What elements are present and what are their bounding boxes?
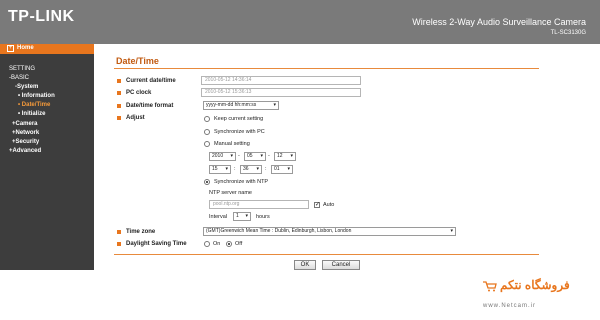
datetime-format-value: yyyy-mm-dd hh:mm:ss xyxy=(206,102,257,108)
manual-day-value: 12 xyxy=(277,153,283,159)
title-divider xyxy=(114,68,539,69)
bullet-icon xyxy=(117,104,121,108)
header-bar: TP-LINK Wireless 2-Way Audio Surveillanc… xyxy=(0,0,600,44)
manual-second-value: 01 xyxy=(274,166,280,172)
cancel-button[interactable]: Cancel xyxy=(322,260,360,270)
datetime-format-label: Date/time format xyxy=(126,103,174,109)
datetime-format-select[interactable]: yyyy-mm-dd hh:mm:ss ▾ xyxy=(203,101,279,110)
chevron-down-icon: ▾ xyxy=(273,102,276,108)
bullet-icon xyxy=(117,79,121,83)
chevron-down-icon: ▾ xyxy=(225,166,228,172)
ntp-server-label: NTP server name xyxy=(209,190,252,196)
radio-manual[interactable] xyxy=(204,141,210,147)
home-label: Home xyxy=(17,45,34,51)
manual-second-select[interactable]: 01 ▾ xyxy=(271,165,293,174)
radio-sync-ntp-label: Synchronize with NTP xyxy=(214,179,269,185)
chevron-down-icon: ▾ xyxy=(230,153,233,159)
sidebar: + Home SETTING -BASIC -System • Informat… xyxy=(0,44,94,270)
radio-sync-ntp[interactable] xyxy=(204,179,210,185)
manual-day-select[interactable]: 12 ▾ xyxy=(274,152,296,161)
daylight-on-label: On xyxy=(213,241,221,247)
radio-keep-current[interactable] xyxy=(204,116,210,122)
time-zone-value: (GMT)Greenwich Mean Time : Dublin, Edinb… xyxy=(206,228,352,234)
cart-icon xyxy=(483,281,497,292)
manual-minute-value: 36 xyxy=(243,166,249,172)
radio-sync-pc-label: Synchronize with PC xyxy=(214,129,265,135)
chevron-down-icon: ▾ xyxy=(245,213,248,219)
daylight-on-radio[interactable] xyxy=(204,241,210,247)
chevron-down-icon: ▾ xyxy=(287,166,290,172)
radio-keep-current-label: Keep current setting xyxy=(214,116,264,122)
sidebar-item-datetime[interactable]: • Date/Time xyxy=(18,102,50,108)
current-datetime-field: 2010-05-12 14:36:14 xyxy=(201,76,361,85)
auto-label: Auto xyxy=(323,202,335,208)
time-separator: : xyxy=(265,166,267,172)
chevron-down-icon: ▾ xyxy=(450,228,453,234)
product-name: Wireless 2-Way Audio Surveillance Camera xyxy=(412,17,586,27)
time-zone-select[interactable]: (GMT)Greenwich Mean Time : Dublin, Edinb… xyxy=(203,227,456,236)
ok-button[interactable]: OK xyxy=(294,260,316,270)
interval-unit: hours xyxy=(256,214,270,220)
bottom-divider xyxy=(114,254,539,255)
bullet-icon xyxy=(117,91,121,95)
interval-value: 1 xyxy=(236,213,239,219)
manual-hour-value: 15 xyxy=(212,166,218,172)
current-datetime-label: Current date/time xyxy=(126,78,176,84)
date-separator: - xyxy=(238,153,240,159)
manual-month-value: 05 xyxy=(247,153,253,159)
interval-label: Interval xyxy=(209,214,228,220)
sidebar-item-system[interactable]: -System xyxy=(15,84,38,90)
sidebar-item-network[interactable]: +Network xyxy=(12,130,39,136)
auto-checkbox[interactable]: ✓ xyxy=(314,202,320,208)
home-button[interactable]: + Home xyxy=(0,44,94,54)
manual-year-value: 2010 xyxy=(212,153,224,159)
manual-year-select[interactable]: 2010 ▾ xyxy=(209,152,236,161)
bullet-icon xyxy=(117,242,121,246)
chevron-down-icon: ▾ xyxy=(256,166,259,172)
pc-clock-label: PC clock xyxy=(126,90,152,96)
sidebar-item-basic[interactable]: -BASIC xyxy=(9,75,29,81)
tp-link-logo: TP-LINK xyxy=(8,8,75,25)
page-title: Date/Time xyxy=(116,56,159,66)
radio-manual-label: Manual setting xyxy=(214,141,250,147)
main-panel: Date/Time Current date/time 2010-05-12 1… xyxy=(94,44,600,270)
radio-sync-pc[interactable] xyxy=(204,129,210,135)
time-separator: : xyxy=(234,166,236,172)
bullet-icon xyxy=(117,230,121,234)
pc-clock-field: 2010-05-12 15:36:13 xyxy=(201,88,361,97)
watermark-url: www.Netcam.ir xyxy=(483,303,537,309)
adjust-label: Adjust xyxy=(126,115,145,121)
manual-minute-select[interactable]: 36 ▾ xyxy=(240,165,262,174)
interval-select[interactable]: 1 ▾ xyxy=(233,212,251,221)
model-number: TL-SC3130G xyxy=(550,30,586,36)
ntp-server-input[interactable]: pool.ntp.org xyxy=(209,200,309,209)
manual-month-select[interactable]: 05 ▾ xyxy=(244,152,266,161)
daylight-saving-label: Daylight Saving Time xyxy=(126,241,187,247)
sidebar-item-information[interactable]: • Information xyxy=(18,93,55,99)
date-separator: - xyxy=(268,153,270,159)
sidebar-item-security[interactable]: +Security xyxy=(12,139,39,145)
sidebar-item-advanced[interactable]: +Advanced xyxy=(9,148,41,154)
bullet-icon xyxy=(117,116,121,120)
sidebar-item-setting: SETTING xyxy=(9,66,36,72)
manual-hour-select[interactable]: 15 ▾ xyxy=(209,165,231,174)
chevron-down-icon: ▾ xyxy=(260,153,263,159)
chevron-down-icon: ▾ xyxy=(290,153,293,159)
time-zone-label: Time zone xyxy=(126,229,156,235)
plus-icon: + xyxy=(7,45,14,52)
daylight-off-radio[interactable] xyxy=(226,241,232,247)
watermark-logo: فروشگاه نتکم xyxy=(500,278,570,292)
sidebar-item-camera[interactable]: +Camera xyxy=(12,121,38,127)
daylight-off-label: Off xyxy=(235,241,243,247)
sidebar-item-initialize[interactable]: • Initialize xyxy=(18,111,45,117)
